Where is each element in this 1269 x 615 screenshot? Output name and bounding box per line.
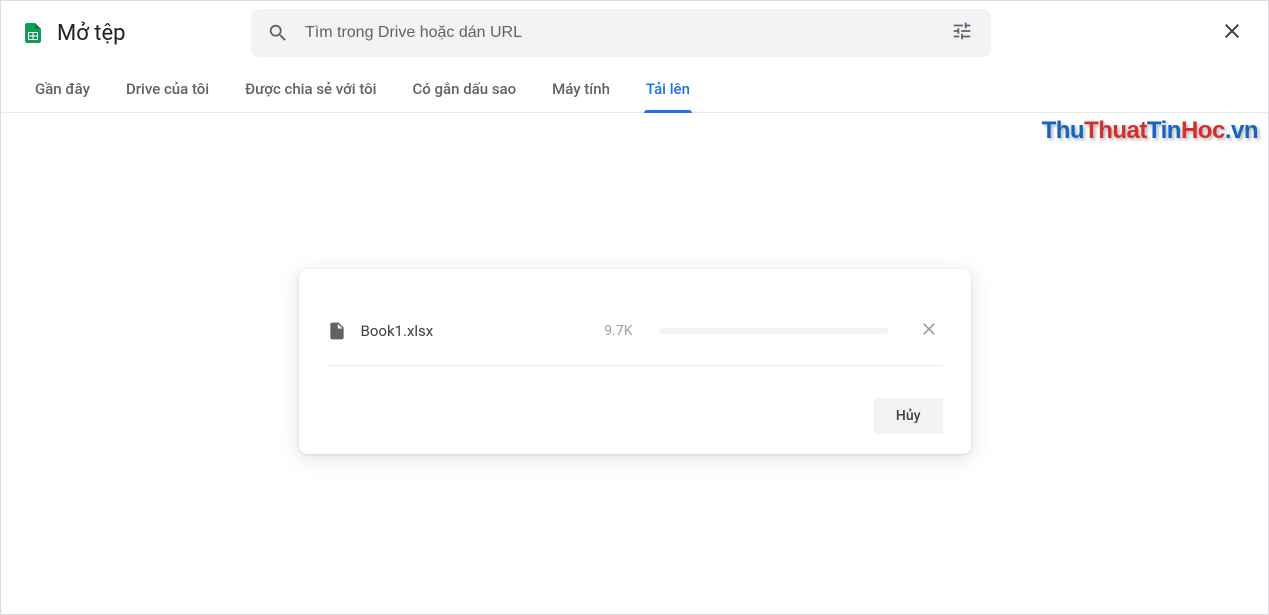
title-group: Mở tệp — [21, 21, 251, 46]
content-area: Book1.xlsx 9.7K Hủy — [1, 113, 1268, 582]
dialog-header: Mở tệp — [1, 1, 1268, 65]
search-icon — [267, 22, 289, 44]
tab-recent[interactable]: Gần đây — [21, 65, 104, 112]
tab-computer[interactable]: Máy tính — [538, 65, 624, 112]
file-size: 9.7K — [604, 323, 632, 339]
tab-starred[interactable]: Có gắn dấu sao — [399, 65, 531, 112]
remove-file-button[interactable] — [915, 315, 943, 347]
file-icon — [327, 321, 347, 341]
dialog-title: Mở tệp — [57, 21, 125, 46]
upload-file-row: Book1.xlsx 9.7K — [327, 297, 943, 366]
card-actions: Hủy — [327, 366, 943, 434]
upload-progress-bar — [659, 328, 889, 334]
tabs: Gần đây Drive của tôi Được chia sẻ với t… — [1, 65, 1268, 113]
tab-my-drive[interactable]: Drive của tôi — [112, 65, 223, 112]
sheets-icon — [21, 21, 45, 45]
watermark: ThuThuatTinHoc.vn — [1042, 117, 1258, 145]
remove-icon — [919, 319, 939, 339]
cancel-button[interactable]: Hủy — [874, 398, 943, 434]
search-input[interactable] — [305, 24, 927, 42]
tab-upload[interactable]: Tải lên — [632, 65, 704, 112]
upload-card: Book1.xlsx 9.7K Hủy — [299, 269, 971, 454]
tab-shared-with-me[interactable]: Được chia sẻ với tôi — [231, 65, 390, 112]
close-button[interactable] — [1208, 7, 1256, 59]
close-icon — [1220, 19, 1244, 43]
filter-icon[interactable] — [943, 12, 981, 54]
search-bar[interactable] — [251, 9, 991, 57]
file-name: Book1.xlsx — [361, 322, 561, 340]
